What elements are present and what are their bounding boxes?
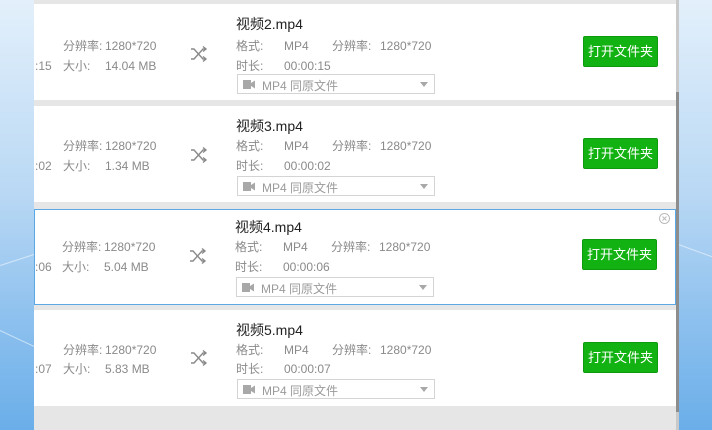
source-resolution-label: 分辨率:	[62, 240, 102, 254]
output-file-name: 视频2.mp4	[236, 16, 303, 32]
conversion-list-panel: :15 分辨率: 1280*720 大小: 14.04 MB 视频2.mp4 格…	[34, 0, 676, 430]
source-size-label: 大小:	[63, 159, 91, 173]
chevron-down-icon	[420, 82, 428, 87]
source-size-value: 14.04 MB	[105, 59, 157, 73]
scrollbar-thumb[interactable]	[676, 92, 679, 412]
open-folder-button[interactable]: 打开文件夹	[583, 138, 658, 169]
output-file-name: 视频5.mp4	[236, 322, 303, 338]
source-size-label: 大小:	[62, 260, 90, 274]
output-format-select[interactable]: MP4 同原文件	[237, 379, 435, 399]
list-item[interactable]: :15 分辨率: 1280*720 大小: 14.04 MB 视频2.mp4 格…	[34, 4, 676, 100]
output-resolution-label: 分辨率:	[331, 240, 371, 254]
source-resolution-label: 分辨率:	[63, 139, 103, 153]
source-resolution-label: 分辨率:	[63, 343, 103, 357]
source-duration-fragment: :06	[35, 260, 52, 274]
source-duration-fragment: :15	[35, 59, 52, 73]
output-duration-value: 00:00:15	[284, 59, 331, 73]
close-icon[interactable]	[659, 213, 670, 224]
output-format-selected: MP4 同原文件	[261, 282, 338, 296]
output-resolution-value: 1280*720	[379, 240, 431, 254]
chevron-down-icon	[420, 184, 428, 189]
source-resolution-label: 分辨率:	[63, 39, 103, 53]
source-resolution-value: 1280*720	[105, 343, 157, 357]
output-duration-value: 00:00:02	[284, 159, 331, 173]
source-resolution-value: 1280*720	[105, 39, 157, 53]
output-resolution-label: 分辨率:	[332, 139, 372, 153]
output-duration-label: 时长:	[236, 59, 264, 73]
source-duration-fragment: :02	[35, 159, 52, 173]
source-resolution-value: 1280*720	[104, 240, 156, 254]
output-duration-value: 00:00:07	[284, 362, 331, 376]
output-format-selected: MP4 同原文件	[262, 384, 339, 398]
output-format-select[interactable]: MP4 同原文件	[237, 176, 435, 196]
source-size-value: 1.34 MB	[105, 159, 150, 173]
output-format-label: 格式:	[235, 240, 263, 254]
output-duration-label: 时长:	[235, 260, 263, 274]
open-folder-button[interactable]: 打开文件夹	[583, 36, 658, 67]
list-item[interactable]: :06 分辨率: 1280*720 大小: 5.04 MB 视频4.mp4 格式…	[34, 209, 676, 305]
open-folder-button[interactable]: 打开文件夹	[583, 342, 658, 373]
output-resolution-label: 分辨率:	[332, 343, 372, 357]
output-format-value: MP4	[284, 343, 309, 357]
output-format-selected: MP4 同原文件	[262, 79, 339, 93]
source-duration-fragment: :07	[35, 362, 52, 376]
source-size-value: 5.83 MB	[105, 362, 150, 376]
source-size-label: 大小:	[63, 59, 91, 73]
source-size-label: 大小:	[63, 362, 91, 376]
output-format-label: 格式:	[236, 39, 264, 53]
output-format-select[interactable]: MP4 同原文件	[237, 74, 435, 94]
output-resolution-value: 1280*720	[380, 343, 432, 357]
output-duration-value: 00:00:06	[283, 260, 330, 274]
chevron-down-icon	[419, 285, 427, 290]
output-format-label: 格式:	[236, 343, 264, 357]
output-resolution-value: 1280*720	[380, 39, 432, 53]
output-duration-label: 时长:	[236, 362, 264, 376]
video-camera-icon	[243, 182, 255, 191]
list-item[interactable]: :02 分辨率: 1280*720 大小: 1.34 MB 视频3.mp4 格式…	[34, 106, 676, 202]
output-duration-label: 时长:	[236, 159, 264, 173]
shuffle-icon	[191, 146, 208, 164]
output-format-label: 格式:	[236, 139, 264, 153]
output-format-selected: MP4 同原文件	[262, 181, 339, 195]
shuffle-icon	[190, 247, 207, 265]
chevron-down-icon	[420, 387, 428, 392]
list-item[interactable]: :07 分辨率: 1280*720 大小: 5.83 MB 视频5.mp4 格式…	[34, 310, 676, 406]
output-format-value: MP4	[284, 39, 309, 53]
source-resolution-value: 1280*720	[105, 139, 157, 153]
output-file-name: 视频3.mp4	[236, 118, 303, 134]
shuffle-icon	[191, 349, 208, 367]
output-resolution-label: 分辨率:	[332, 39, 372, 53]
output-file-name: 视频4.mp4	[235, 219, 302, 235]
video-camera-icon	[242, 283, 254, 292]
output-format-value: MP4	[283, 240, 308, 254]
output-format-select[interactable]: MP4 同原文件	[236, 277, 434, 297]
output-resolution-value: 1280*720	[380, 139, 432, 153]
video-camera-icon	[243, 385, 255, 394]
source-size-value: 5.04 MB	[104, 260, 149, 274]
shuffle-icon	[191, 45, 208, 63]
output-format-value: MP4	[284, 139, 309, 153]
video-camera-icon	[243, 80, 255, 89]
open-folder-button[interactable]: 打开文件夹	[582, 239, 657, 270]
